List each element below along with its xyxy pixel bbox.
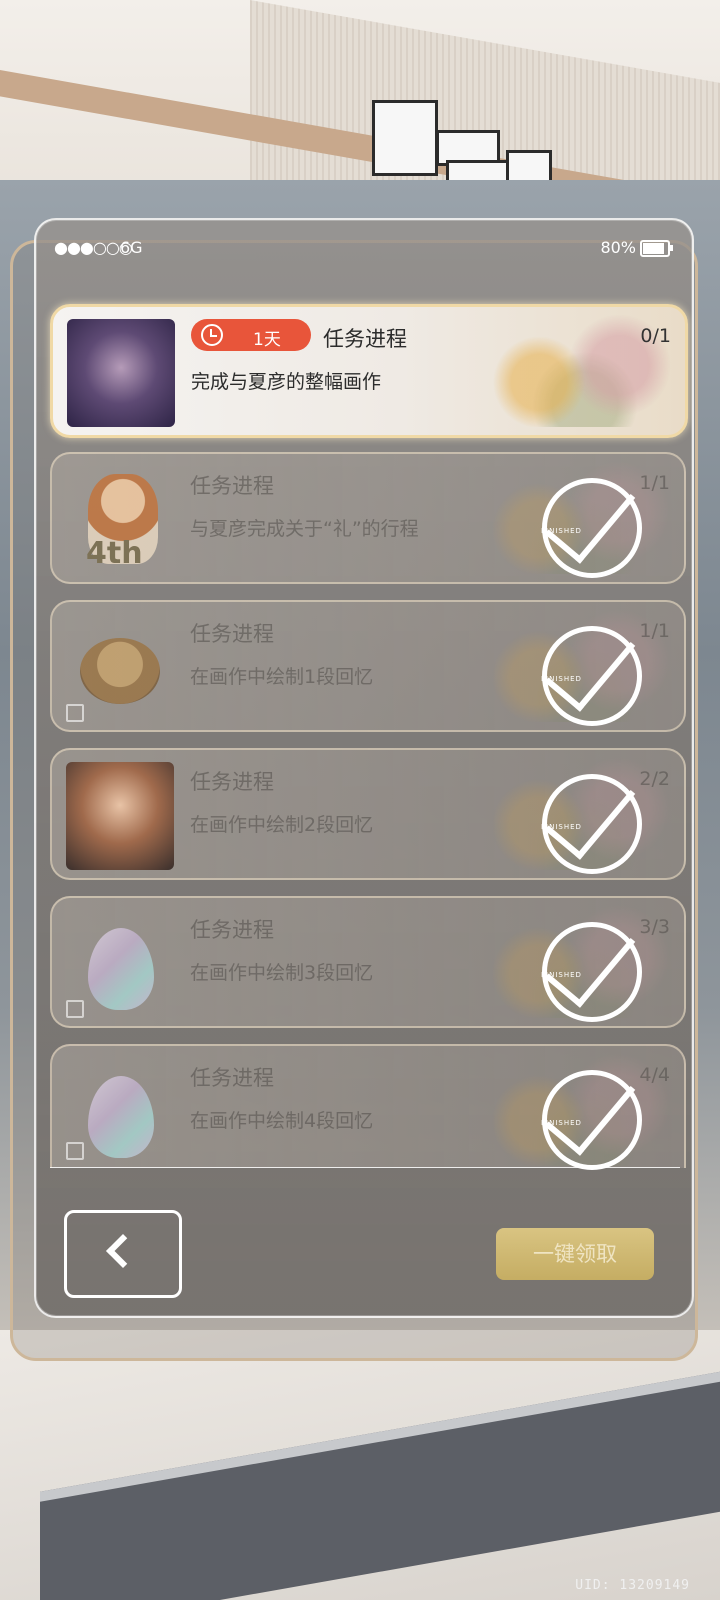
copy-icon <box>66 704 84 722</box>
task-title: 任务进程 <box>323 327 407 351</box>
task-description: 在画作中绘制2段回忆 <box>190 814 374 836</box>
task-card-active[interactable]: 1天 任务进程 完成与夏彦的整幅画作 0/1 <box>50 304 688 438</box>
chibi-4th-icon: 4th <box>66 466 174 574</box>
task-progress: 4/4 <box>639 1064 670 1086</box>
task-card[interactable]: 任务进程 在画作中绘制1段回忆 1/1 FINISHED <box>50 600 686 732</box>
task-progress: 3/3 <box>639 916 670 938</box>
task-progress: 2/2 <box>639 768 670 790</box>
task-progress: 0/1 <box>640 325 671 347</box>
battery-percent: 80% <box>600 238 636 257</box>
uid-label: UID: 13209149 <box>575 1578 690 1593</box>
task-card[interactable]: 任务进程 在画作中绘制2段回忆 2/2 FINISHED <box>50 748 686 880</box>
finished-stamp-icon: FINISHED <box>541 912 642 1022</box>
finished-stamp-icon: FINISHED <box>541 1060 642 1170</box>
finished-stamp-icon: FINISHED <box>541 468 642 578</box>
chevron-left-icon <box>106 1234 140 1268</box>
phone-screen: ●●●○○○ 6G 80% 1天 任务进程 完成与夏彦的整幅画作 0/1 4th… <box>34 218 694 1318</box>
task-description: 与夏彦完成关于“礼”的行程 <box>190 518 419 540</box>
task-card[interactable]: 4th 任务进程 与夏彦完成关于“礼”的行程 1/1 FINISHED <box>50 452 686 584</box>
timer-text: 1天 <box>253 330 281 350</box>
task-description: 完成与夏彦的整幅画作 <box>191 371 382 393</box>
finished-stamp-icon: FINISHED <box>541 616 642 726</box>
back-button[interactable] <box>64 1210 182 1298</box>
copy-icon <box>66 1142 84 1160</box>
task-title: 任务进程 <box>190 918 274 942</box>
task-description: 在画作中绘制1段回忆 <box>190 666 374 688</box>
thumb-label: 4th <box>86 536 143 571</box>
portrait-icon <box>67 319 175 427</box>
claim-all-button[interactable]: 一键领取 <box>496 1228 654 1280</box>
battery-icon <box>640 240 673 257</box>
task-title: 任务进程 <box>190 770 274 794</box>
task-card[interactable]: 任务进程 在画作中绘制4段回忆 4/4 FINISHED <box>50 1044 686 1170</box>
list-divider <box>50 1167 680 1168</box>
task-description: 在画作中绘制3段回忆 <box>190 962 374 984</box>
timer-badge: 1天 <box>191 319 311 351</box>
ceiling-lamp <box>372 100 438 176</box>
task-title: 任务进程 <box>190 1066 274 1090</box>
task-title: 任务进程 <box>190 474 274 498</box>
task-card[interactable]: 任务进程 在画作中绘制3段回忆 3/3 FINISHED <box>50 896 686 1028</box>
finished-stamp-icon: FINISHED <box>541 764 642 874</box>
portrait-icon <box>66 762 174 870</box>
network-label: 6G <box>120 238 143 257</box>
copy-icon <box>66 1000 84 1018</box>
task-title: 任务进程 <box>190 622 274 646</box>
clock-icon <box>201 324 223 346</box>
status-bar: ●●●○○○ 6G 80% <box>36 238 692 262</box>
task-description: 在画作中绘制4段回忆 <box>190 1110 374 1132</box>
task-progress: 1/1 <box>639 620 670 642</box>
task-progress: 1/1 <box>639 472 670 494</box>
